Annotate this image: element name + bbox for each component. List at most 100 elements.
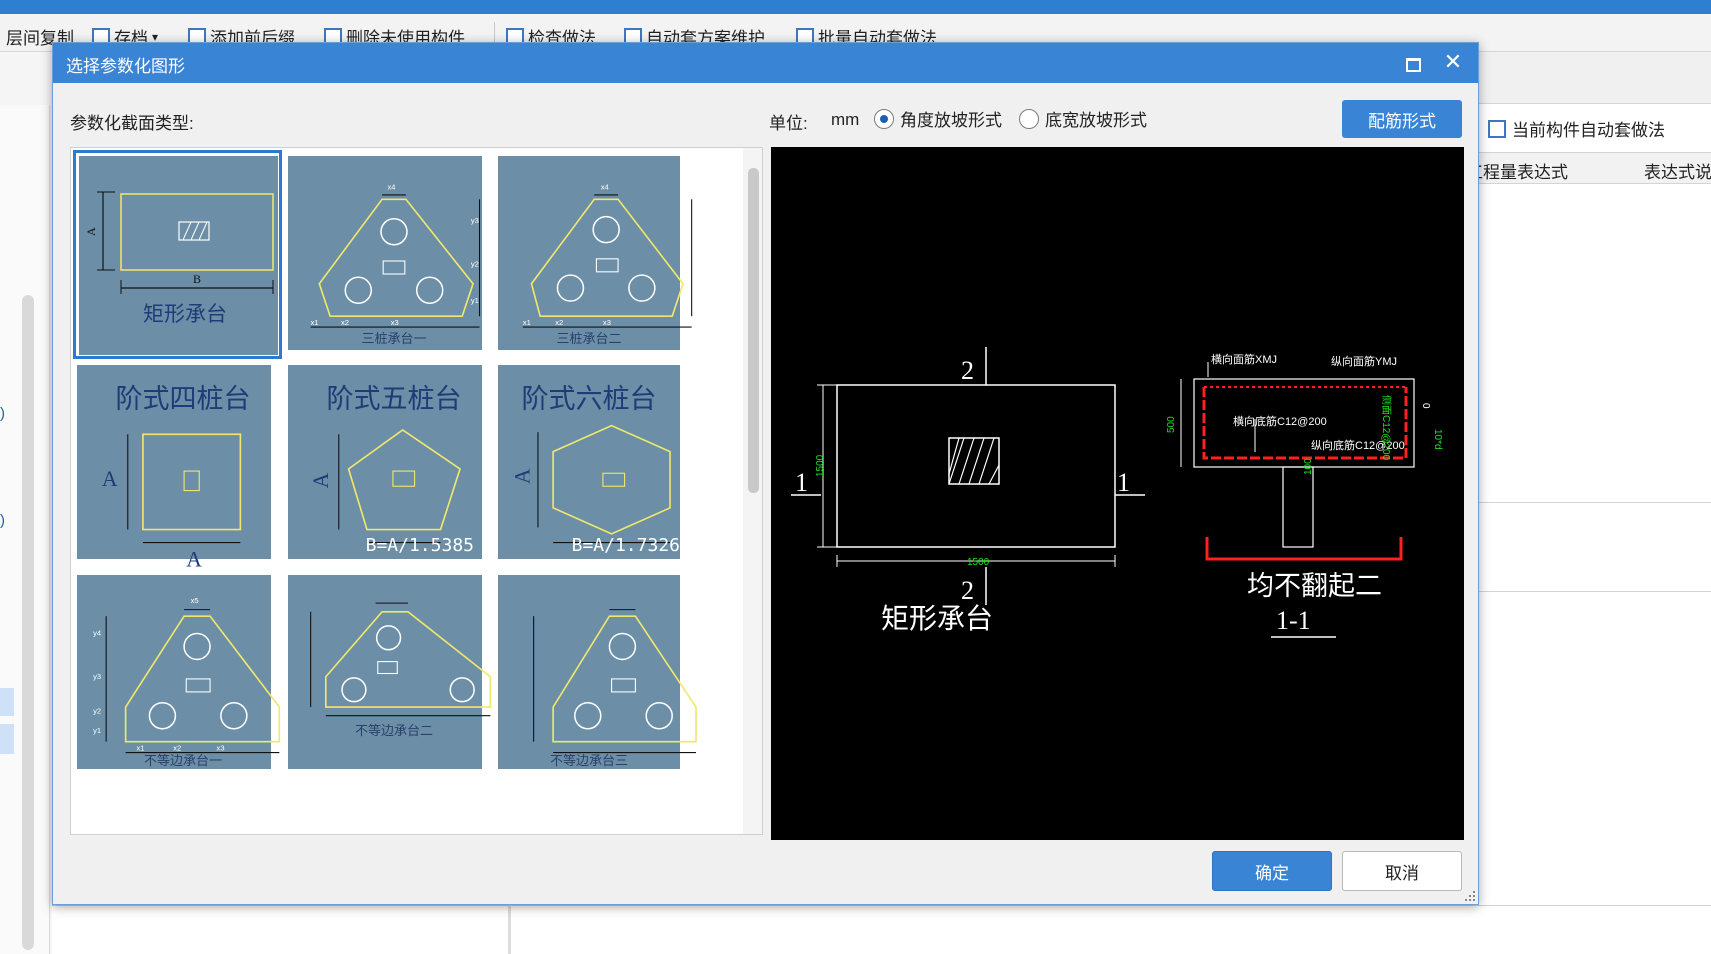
rebar-form-button[interactable]: 配筋形式 — [1342, 100, 1462, 138]
radio-angle-slope[interactable]: 角度放坡形式 — [874, 106, 1002, 131]
section-mark-top: 2 — [961, 356, 974, 385]
right-table-rows — [1478, 502, 1711, 592]
tile-formula: B=A/1.7326 — [571, 535, 680, 556]
maximize-icon[interactable] — [1402, 53, 1422, 73]
tile-caption: 矩形承台 — [143, 303, 227, 326]
dim-x4: x4 — [388, 183, 396, 192]
right-table-header: 工程量表达式 表达式说明 — [1466, 152, 1711, 184]
auto-apply-icon — [1488, 119, 1506, 138]
radio-bottom-width-slope-label: 底宽放坡形式 — [1045, 111, 1147, 130]
auto-apply-current-button[interactable]: 当前构件自动套做法 — [1488, 116, 1665, 141]
tile-caption: 阶式六桩台 — [521, 384, 657, 415]
dim-y1: y1 — [471, 296, 479, 305]
label-side-zero: 0 — [1420, 403, 1431, 409]
dim-y1: y1 — [93, 726, 101, 735]
dim-section-height: 500 — [1166, 416, 1177, 433]
radio-bottom-width-slope[interactable]: 底宽放坡形式 — [1019, 106, 1147, 131]
tile-caption: 三桩承台一 — [361, 331, 427, 346]
left-selected-row[interactable] — [0, 688, 14, 716]
tile-formula: B=A/1.5385 — [365, 535, 474, 556]
radio-angle-slope-label: 角度放坡形式 — [900, 111, 1002, 130]
section-type-label: 参数化截面类型: — [70, 114, 194, 133]
shape-thumbnail: 不等边承台三 — [498, 575, 697, 769]
gallery-scrollbar[interactable] — [743, 148, 762, 834]
dim-x3: x3 — [603, 318, 611, 327]
tile-caption: 不等边承台一 — [143, 753, 222, 768]
shape-tile-three-pile-2[interactable]: x4 x1 x2 x3 y3 y2 y1 三桩承台二 — [492, 150, 702, 367]
label-transverse-top: 横向面筋XMJ — [1211, 352, 1277, 366]
shape-tile-stepped-4[interactable]: A A 阶式四桩台 — [71, 359, 282, 571]
shape-tile-unequal-1[interactable]: x5 x1 x2 x3 y4 y3 y2 y1 不等边承台一 — [71, 569, 282, 789]
unit-label: 单位: — [769, 114, 808, 133]
ok-button[interactable]: 确定 — [1212, 851, 1332, 891]
plan-caption: 矩形承台 — [881, 602, 993, 635]
dim-x2: x2 — [555, 318, 563, 327]
col-quantity-expression[interactable]: 工程量表达式 — [1466, 158, 1568, 183]
shape-gallery: A B 矩形承台 x4 x1 x2 x3 y3 y2 y1 三桩承台一 x4 x… — [70, 147, 763, 835]
dim-y3: y3 — [471, 216, 479, 225]
tile-caption: 不等边承台二 — [354, 723, 433, 738]
left-bracket-mark: ) — [0, 405, 5, 422]
shape-thumbnail: 不等边承台二 — [288, 575, 492, 769]
dim-a: A — [102, 467, 118, 491]
close-icon[interactable]: ✕ — [1439, 48, 1467, 76]
section-mark-right: 1 — [1117, 468, 1130, 497]
dim-a: A — [84, 227, 98, 236]
shape-tile-stepped-6[interactable]: A 阶式六桩台 B=A/1.7326 — [492, 359, 702, 569]
dim-x1: x1 — [311, 318, 319, 327]
dim-b: B — [193, 272, 201, 286]
shape-tile-unequal-2[interactable]: 不等边承台二 — [282, 569, 492, 789]
gallery-scroll-thumb[interactable] — [748, 168, 759, 493]
radio-unchecked-icon — [1019, 108, 1039, 129]
left-selected-row[interactable] — [0, 724, 14, 754]
cancel-button[interactable]: 取消 — [1342, 851, 1462, 891]
svg-text:A: A — [309, 472, 333, 488]
auto-apply-current-label: 当前构件自动套做法 — [1512, 121, 1665, 140]
tile-caption: 阶式四桩台 — [115, 384, 251, 415]
section-mark-bottom: 2 — [961, 576, 974, 605]
shape-preview-canvas: 1500 1500 2 2 1 1 矩形承台 500 横向面筋XMJ 纵向面筋Y… — [771, 147, 1464, 840]
tile-caption: 三桩承台二 — [556, 331, 622, 346]
shape-thumbnail: x5 x1 x2 x3 y4 y3 y2 y1 不等边承台一 — [77, 575, 281, 769]
section-mark-left: 1 — [795, 468, 808, 497]
shape-tile-unequal-3[interactable]: 不等边承台三 — [492, 569, 702, 789]
tile-caption: 阶式五桩台 — [326, 384, 462, 415]
shape-thumbnail: A B 矩形承台 — [79, 156, 278, 355]
section-caption: 均不翻起二 — [1247, 571, 1382, 602]
left-scrollbar[interactable] — [22, 295, 34, 950]
shape-tile-rect[interactable]: A B 矩形承台 — [73, 150, 282, 359]
dim-x1: x1 — [523, 318, 531, 327]
dim-x4: x4 — [601, 183, 609, 192]
label-side: 侧面C12@200 — [1380, 395, 1393, 461]
shape-tile-stepped-5[interactable]: A 阶式五桩台 B=A/1.5385 — [282, 359, 492, 569]
app-right-panel: 当前构件自动套做法 工程量表达式 表达式说明 — [1466, 52, 1711, 905]
dim-x2: x2 — [341, 318, 349, 327]
dim-y4: y4 — [93, 629, 101, 638]
bottom-splitter[interactable] — [508, 905, 511, 954]
select-parametric-shape-dialog: 选择参数化图形 ✕ 参数化截面类型: 单位: mm 角度放坡形式 底宽放坡形式 … — [52, 42, 1479, 905]
dim-y3: y3 — [93, 672, 101, 681]
dim-y2: y2 — [471, 259, 479, 268]
shape-tile-three-pile-1[interactable]: x4 x1 x2 x3 y3 y2 y1 三桩承台一 — [282, 150, 492, 367]
unit-value: mm — [831, 110, 860, 129]
dialog-title: 选择参数化图形 — [66, 57, 185, 76]
label-cover-bottom: 100 — [1303, 458, 1314, 475]
dim-a-bottom: A — [186, 547, 202, 571]
col-expression-desc[interactable]: 表达式说明 — [1644, 158, 1711, 183]
left-bracket-mark: ) — [0, 512, 5, 529]
unequal-two-drawing — [310, 602, 492, 717]
app-bottom-panel — [52, 905, 1711, 954]
resize-grip-icon[interactable] — [1463, 889, 1477, 903]
rect-pile-cap-drawing: A B — [84, 191, 274, 294]
shape-thumbnail: A 阶式六桩台 B=A/1.7326 — [498, 365, 680, 559]
label-longitudinal-top: 纵向面筋YMJ — [1331, 354, 1397, 368]
shape-thumbnail: x4 x1 x2 x3 y3 y2 y1 三桩承台二 — [498, 156, 693, 350]
dim-y2: y2 — [93, 707, 101, 716]
app-titlebar — [0, 0, 1711, 14]
dialog-titlebar[interactable]: 选择参数化图形 ✕ — [53, 43, 1478, 83]
label-transverse-bottom: 横向底筋C12@200 — [1233, 414, 1327, 428]
dim-height: 1500 — [815, 454, 826, 477]
dim-y1: y1 — [681, 296, 689, 305]
svg-text:A: A — [510, 468, 534, 484]
shape-thumbnail: A 阶式五桩台 B=A/1.5385 — [288, 365, 482, 559]
